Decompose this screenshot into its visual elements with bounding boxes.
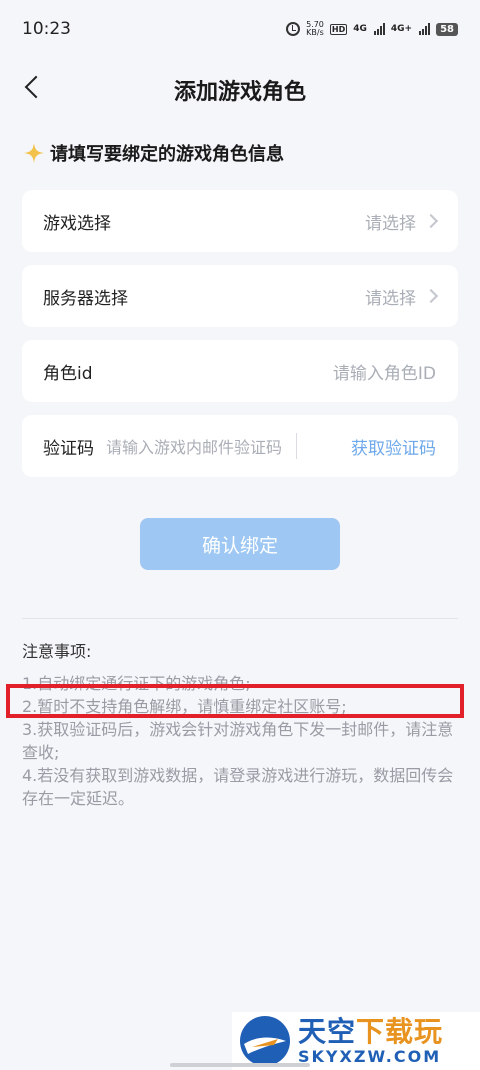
status-time: 10:23 — [22, 19, 71, 39]
alarm-icon — [286, 22, 301, 36]
highlight-annotation-box — [6, 684, 464, 718]
server-select-placeholder: 请选择 — [365, 288, 416, 309]
sparkle-icon — [24, 143, 44, 163]
note-item: 3.获取验证码后，游戏会针对游戏角色下发一封邮件，请注意查收; — [22, 720, 454, 762]
note-item: 4.若没有获取到游戏数据，请登录游戏进行游玩，数据回传会存在一定延迟。 — [22, 766, 454, 808]
status-icons: 5.70 KB/s HD 4G 4G+ 58 — [286, 21, 458, 37]
role-id-label: 角色id — [43, 363, 93, 384]
notes-title: 注意事项: — [22, 642, 92, 661]
section-heading-text: 请填写要绑定的游戏角色信息 — [50, 144, 284, 165]
game-select-row[interactable]: 游戏选择 请选择 — [22, 190, 458, 252]
network-label-2: 4G+ — [390, 24, 413, 34]
server-select-row[interactable]: 服务器选择 请选择 — [22, 265, 458, 327]
server-select-label: 服务器选择 — [43, 288, 128, 309]
section-divider — [22, 618, 458, 619]
game-select-value[interactable]: 请选择 — [365, 209, 439, 234]
watermark-cn-accent: 下载玩 — [356, 1014, 444, 1048]
signal-icon-2 — [419, 23, 431, 35]
watermark-logo — [240, 1016, 290, 1066]
signal-icon — [373, 23, 385, 35]
verify-code-row[interactable]: 验证码 请输入游戏内邮件验证码 获取验证码 — [22, 415, 458, 477]
game-select-placeholder: 请选择 — [365, 213, 416, 234]
game-select-label: 游戏选择 — [43, 213, 111, 234]
network-label-1: 4G — [353, 24, 367, 34]
server-select-value[interactable]: 请选择 — [365, 284, 439, 309]
role-id-input[interactable]: 请输入角色ID — [333, 359, 436, 384]
watermark-cn: 天空下载玩 — [298, 1014, 444, 1048]
header: 添加游戏角色 — [0, 64, 480, 114]
battery-icon: 58 — [436, 22, 458, 36]
role-id-row[interactable]: 角色id 请输入角色ID — [22, 340, 458, 402]
watermark-text: 天空下载玩 SKYXZW.COM — [298, 1014, 444, 1066]
verify-code-label: 验证码 — [43, 438, 94, 459]
chevron-right-icon — [423, 213, 439, 229]
confirm-bind-button[interactable]: 确认绑定 — [140, 518, 340, 570]
verify-code-input[interactable]: 请输入游戏内邮件验证码 — [106, 434, 282, 458]
page-title: 添加游戏角色 — [173, 80, 306, 105]
net-speed-unit: KB/s — [306, 28, 324, 37]
chevron-right-icon — [423, 288, 439, 304]
get-code-button[interactable]: 获取验证码 — [351, 434, 436, 459]
divider — [296, 433, 298, 459]
watermark-cn-main: 天空 — [298, 1014, 357, 1048]
home-indicator[interactable] — [170, 1063, 310, 1067]
watermark: 天空下载玩 SKYXZW.COM — [232, 1012, 480, 1070]
watermark-en: SKYXZW.COM — [298, 1046, 442, 1066]
section-heading: 请填写要绑定的游戏角色信息 — [24, 140, 284, 166]
hd-badge: HD — [329, 23, 348, 35]
net-speed: 5.70 KB/s — [306, 21, 324, 37]
status-bar: 10:23 5.70 KB/s HD 4G 4G+ 58 — [0, 0, 480, 58]
